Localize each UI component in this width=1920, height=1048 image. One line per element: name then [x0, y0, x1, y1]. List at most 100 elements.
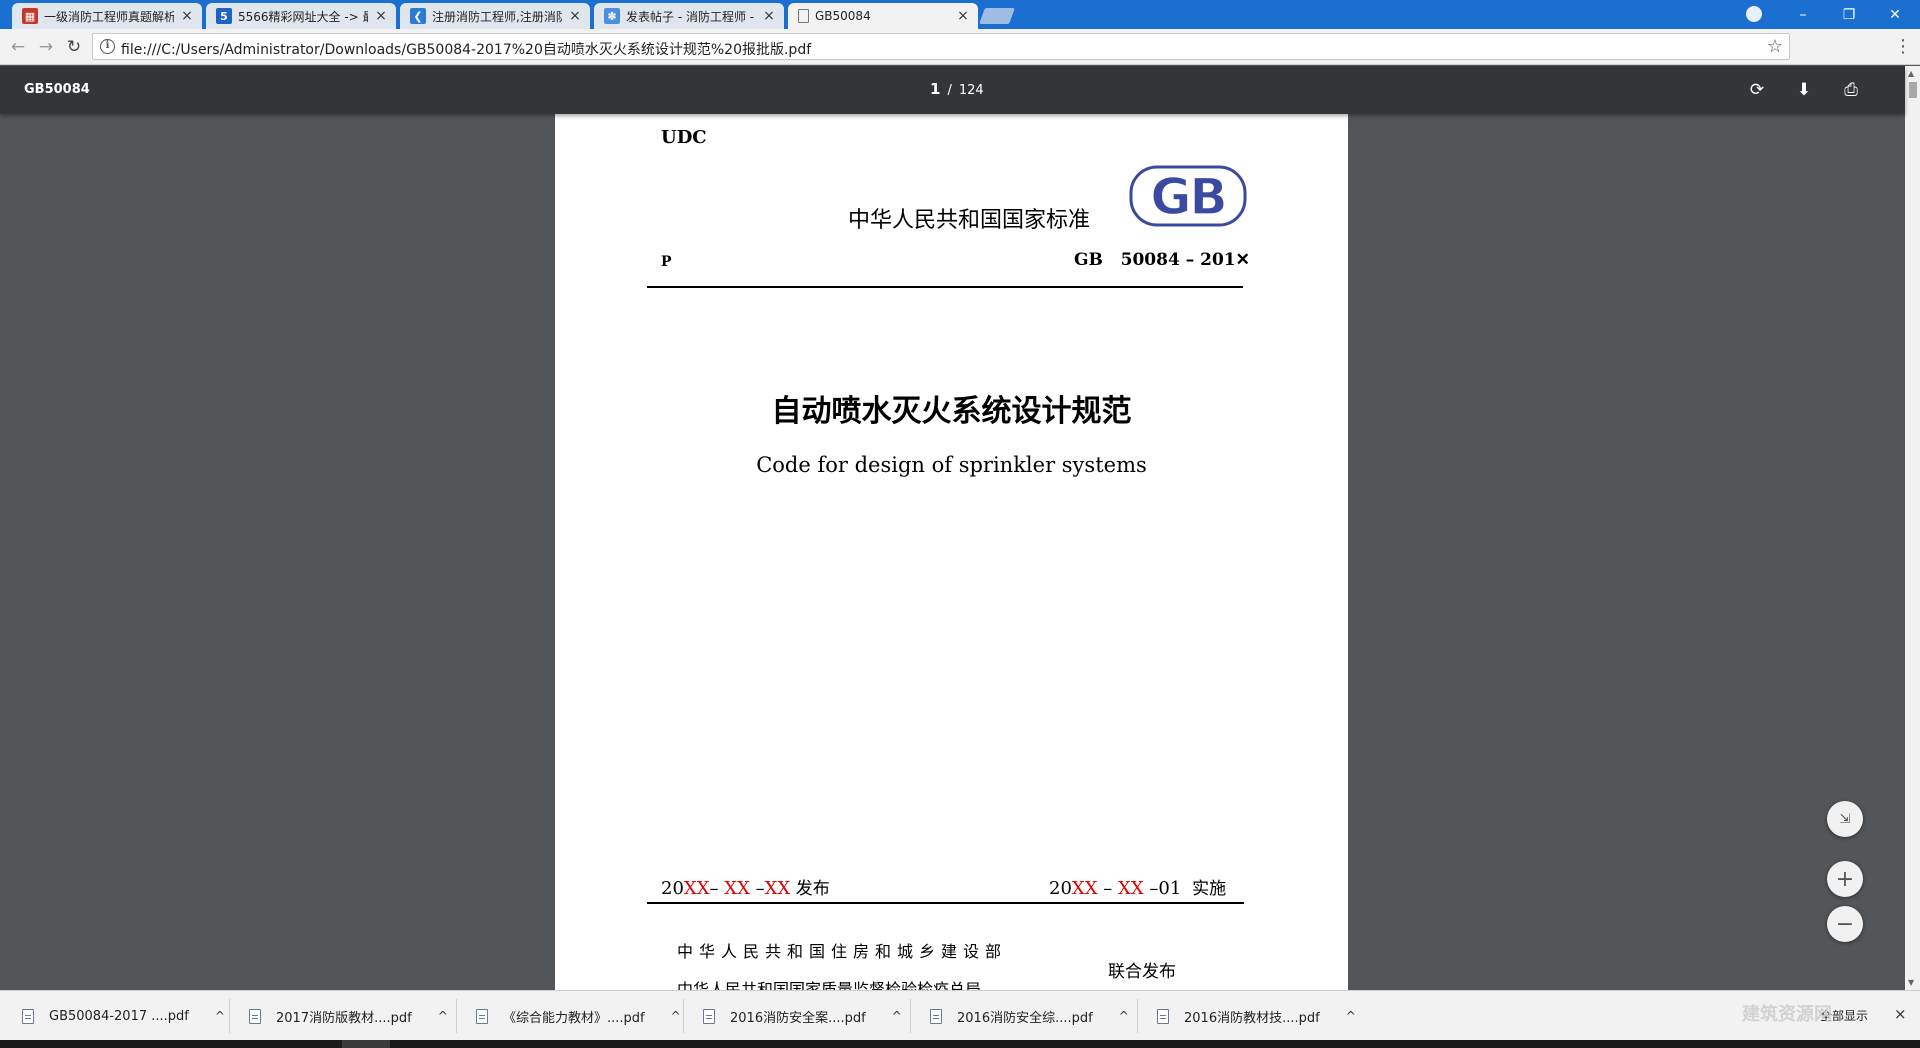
bookmark-star-icon[interactable]: ☆	[1767, 36, 1783, 57]
download-item[interactable]: 2016消防教材技....pdf ^	[1157, 991, 1356, 1041]
tab-close-icon[interactable]: ×	[568, 9, 582, 23]
issue-date: 20XX– XX –XX 发布	[661, 874, 830, 899]
taskbar-item[interactable]	[342, 1040, 390, 1048]
caret-up-icon[interactable]: ^	[438, 1009, 448, 1023]
document-icon	[798, 9, 809, 23]
new-tab-button[interactable]	[979, 8, 1015, 24]
download-item[interactable]: 2016消防安全综....pdf ^	[930, 991, 1129, 1041]
pdf-viewer[interactable]: UDC 中华人民共和国国家标准 GB P GB 50084 – 201✕ 自动喷…	[0, 114, 1905, 990]
download-filename[interactable]: 2016消防安全案....pdf	[730, 1007, 866, 1026]
p-label: P	[661, 254, 672, 270]
pdf-file-icon	[249, 1008, 261, 1024]
url-text[interactable]: file:///C:/Users/Administrator/Downloads…	[121, 39, 811, 59]
profile-icon[interactable]	[1746, 6, 1762, 22]
download-filename[interactable]: 《综合能力教材》....pdf	[503, 1007, 645, 1026]
5566-favicon-icon: 5	[216, 8, 232, 24]
download-item[interactable]: 2016消防安全案....pdf ^	[703, 991, 902, 1041]
download-filename[interactable]: GB50084-2017 ....pdf	[49, 1009, 189, 1024]
browser-menu-icon[interactable]: ⋮	[1894, 37, 1912, 57]
forward-arrow-icon[interactable]: →	[36, 37, 56, 57]
tab-2[interactable]: 5 5566精彩网址大全 -> 最 ×	[206, 3, 396, 29]
scrollbar-thumb[interactable]	[1909, 82, 1917, 98]
top-rule	[647, 286, 1243, 288]
caret-up-icon[interactable]: ^	[215, 1009, 225, 1023]
impl-year-placeholder: XX	[1071, 878, 1098, 899]
publisher-ministry: 中华人民共和国住房和城乡建设部	[677, 942, 1008, 961]
page-separator: /	[947, 83, 952, 98]
issue-day-placeholder: XX	[764, 878, 791, 899]
pdf-file-icon	[1157, 1008, 1169, 1024]
caret-up-icon[interactable]: ^	[671, 1009, 681, 1023]
tab-title: 一级消防工程师真题解析	[44, 9, 174, 24]
tab-close-icon[interactable]: ×	[762, 9, 776, 23]
tab-close-icon[interactable]: ×	[956, 9, 970, 23]
gb-logo: GB	[1129, 165, 1247, 227]
divider	[910, 999, 911, 1033]
pdf-title: GB50084	[24, 82, 90, 97]
divider	[456, 999, 457, 1033]
minimize-button[interactable]: –	[1780, 0, 1826, 29]
zoom-out-button[interactable]: −	[1827, 906, 1863, 942]
tab-title: GB50084	[815, 9, 871, 23]
taskbar	[0, 1040, 1920, 1048]
info-icon[interactable]: i	[100, 39, 115, 54]
impl-month-placeholder: XX	[1118, 878, 1144, 899]
tab-close-icon[interactable]: ×	[374, 9, 388, 23]
download-icon[interactable]: ⬇	[1793, 79, 1815, 101]
restore-button[interactable]: ❐	[1826, 0, 1872, 29]
divider	[229, 999, 230, 1033]
pdf-file-icon	[22, 1008, 34, 1024]
issue-label: 发布	[790, 879, 830, 899]
scroll-down-arrow-icon[interactable]: ▼	[1908, 978, 1914, 987]
issue-dash: –	[709, 878, 725, 899]
impl-day: –01	[1143, 878, 1182, 899]
forum-favicon-icon: ✽	[604, 8, 620, 24]
rotate-icon[interactable]: ⟳	[1746, 79, 1768, 101]
tab-1[interactable]: ▦ 一级消防工程师真题解析 ×	[12, 3, 202, 29]
caret-up-icon[interactable]: ^	[1346, 1009, 1356, 1023]
scroll-up-arrow-icon[interactable]: ▲	[1908, 69, 1914, 78]
caret-up-icon[interactable]: ^	[1119, 1009, 1129, 1023]
reload-icon[interactable]: ↻	[64, 37, 84, 57]
print-icon[interactable]: ⎙	[1840, 79, 1862, 101]
close-window-button[interactable]: ✕	[1872, 0, 1918, 29]
tab-5-active[interactable]: GB50084 ×	[788, 3, 978, 29]
pdf-file-icon	[476, 1008, 488, 1024]
title-bar: ▦ 一级消防工程师真题解析 × 5 5566精彩网址大全 -> 最 × ❮ 注册…	[0, 0, 1920, 29]
tab-4[interactable]: ✽ 发表帖子 - 消防工程师 - ×	[594, 3, 784, 29]
implement-date: 20XX – XX –01 实施	[1049, 874, 1226, 899]
joint-publish-label: 联合发布	[1108, 962, 1176, 982]
zoom-in-button[interactable]: +	[1827, 861, 1863, 897]
browser-toolbar: ← → ↻ i file:///C:/Users/Administrator/D…	[0, 29, 1920, 65]
download-item[interactable]: 2017消防版教材....pdf ^	[249, 991, 448, 1041]
fit-to-page-button[interactable]: ⇲	[1827, 801, 1863, 837]
gb-logo-text: GB	[1150, 168, 1225, 226]
issue-year-placeholder: XX	[683, 878, 710, 899]
pdf-file-icon	[930, 1008, 942, 1024]
pdf-file-icon	[703, 1008, 715, 1024]
download-filename[interactable]: 2017消防版教材....pdf	[276, 1007, 412, 1026]
tab-close-icon[interactable]: ×	[180, 9, 194, 23]
download-filename[interactable]: 2016消防安全综....pdf	[957, 1007, 1093, 1026]
vertical-scrollbar[interactable]: ▲ ▼	[1905, 66, 1920, 990]
site-favicon-blue-icon: ❮	[410, 8, 426, 24]
udc-label: UDC	[661, 127, 707, 148]
chinese-title: 自动喷水灭火系统设计规范	[771, 394, 1132, 429]
download-filename[interactable]: 2016消防教材技....pdf	[1184, 1007, 1320, 1026]
divider	[1137, 999, 1138, 1033]
caret-up-icon[interactable]: ^	[892, 1009, 902, 1023]
download-item[interactable]: GB50084-2017 ....pdf ^	[22, 991, 225, 1041]
page-indicator: 1 / 124	[930, 80, 984, 98]
publisher-aqsiq: 中华人民共和国国家质量监督检验检疫总局	[677, 980, 982, 990]
site-favicon-red-icon: ▦	[22, 8, 38, 24]
pdf-page: UDC 中华人民共和国国家标准 GB P GB 50084 – 201✕ 自动喷…	[555, 114, 1348, 990]
back-arrow-icon[interactable]: ←	[8, 37, 28, 57]
tab-title: 注册消防工程师,注册消防	[432, 9, 562, 24]
tab-3[interactable]: ❮ 注册消防工程师,注册消防 ×	[400, 3, 590, 29]
pdf-toolbar: GB50084 1 / 124 ⟳ ⬇ ⎙	[0, 66, 1905, 114]
download-item[interactable]: 《综合能力教材》....pdf ^	[476, 991, 681, 1041]
issue-month-placeholder: XX	[724, 878, 750, 899]
address-bar[interactable]: i file:///C:/Users/Administrator/Downloa…	[92, 33, 1790, 60]
divider	[683, 999, 684, 1033]
current-page-input[interactable]: 1	[930, 80, 940, 98]
